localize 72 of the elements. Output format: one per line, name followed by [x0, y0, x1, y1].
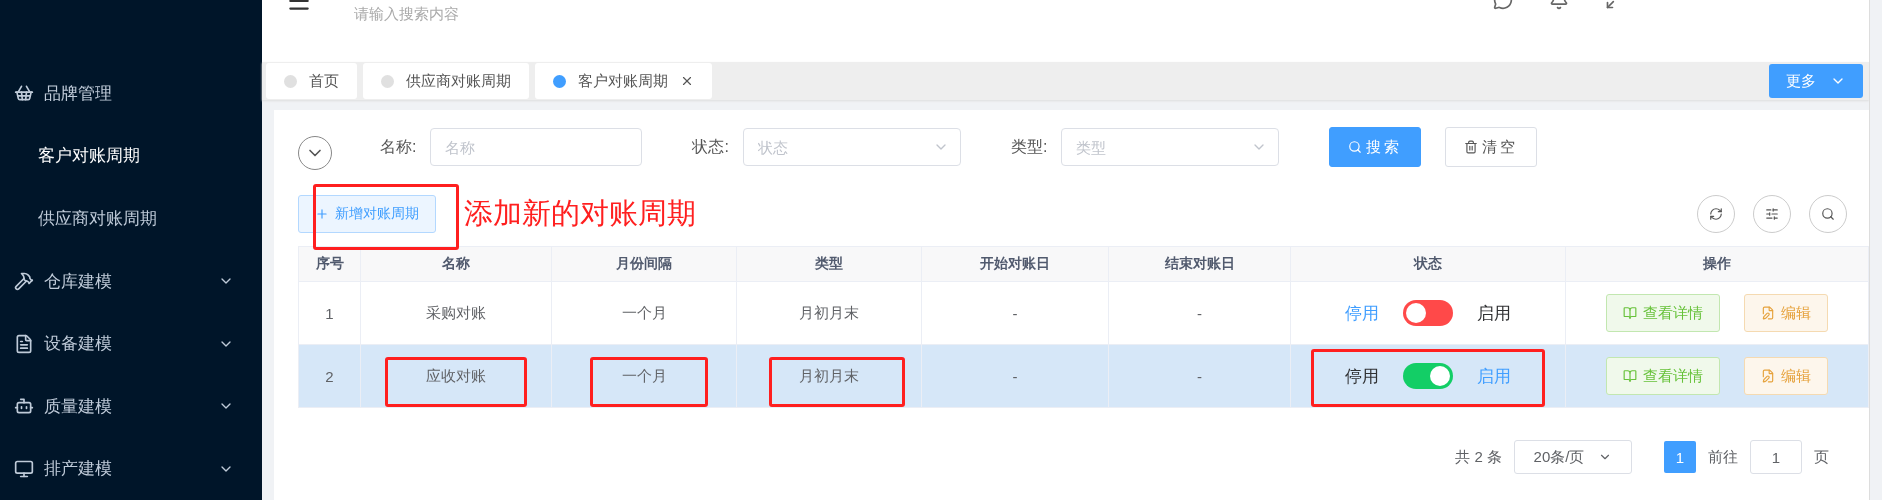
switch-label: 停用 [1345, 365, 1379, 388]
book-icon [1623, 306, 1637, 320]
input-field[interactable]: 名称 [430, 128, 643, 166]
search-icon [1348, 140, 1363, 154]
columns-button[interactable] [1753, 195, 1791, 233]
tab[interactable]: 供应商对账周期 [363, 63, 529, 99]
column-header: 操作 [1565, 246, 1869, 282]
total-count: 共 2 条 [1455, 447, 1502, 467]
search-icon [1821, 207, 1835, 221]
sliders-icon [1765, 207, 1779, 221]
table-cell: 一个月 [621, 303, 667, 321]
search-toggle-button[interactable] [1809, 195, 1847, 233]
column-header: 月份间隔 [551, 246, 737, 282]
sidebar-item[interactable]: 客户对账周期 [0, 124, 262, 188]
column-header: 类型 [736, 246, 922, 282]
document-edit-icon [1761, 369, 1775, 383]
page-suffix: 页 [1814, 447, 1829, 467]
column-header: 状态 [1290, 246, 1566, 282]
column-header: 名称 [360, 246, 552, 282]
menu-item-icon [14, 396, 34, 417]
plus-icon [315, 207, 329, 221]
switch-label: 启用 [1477, 302, 1511, 325]
sidebar-item[interactable]: 品牌管理 [0, 62, 262, 125]
table-cell: - [1012, 304, 1018, 322]
goto-field[interactable]: 1 [1750, 440, 1802, 474]
table-cell: - [1197, 367, 1202, 385]
sidebar-item[interactable]: 排产建模 [0, 437, 262, 500]
filter-label: 类型: [1010, 136, 1048, 157]
column-header: 开始对账日 [921, 246, 1109, 282]
table-cell: 月初月末 [799, 303, 859, 321]
filter-label: 状态: [692, 136, 729, 157]
trash-icon [1464, 140, 1479, 154]
column-header: 结束对账日 [1108, 246, 1291, 282]
goto-label: 前往 [1708, 447, 1738, 467]
sidebar-item[interactable]: 设备建模 [0, 312, 262, 375]
table-cell: 1 [325, 304, 334, 322]
column-header: 序号 [298, 246, 361, 282]
switch-label: 启用 [1477, 365, 1511, 388]
filter-label: 名称: [380, 136, 417, 157]
tab[interactable]: 首页 [266, 63, 357, 99]
tab[interactable]: 客户对账周期 [535, 63, 712, 99]
tab-dot-icon [284, 74, 297, 88]
select-field[interactable]: 状态 [742, 128, 961, 166]
clear-button[interactable]: 清空 [1445, 127, 1538, 167]
tab-dot-icon [553, 74, 566, 88]
table-cell: - [1012, 367, 1018, 385]
close-icon[interactable] [680, 74, 694, 88]
collapse-toggle[interactable] [298, 136, 332, 170]
document-edit-icon [1761, 306, 1775, 320]
switch-label: 停用 [1345, 302, 1379, 325]
sidebar-item[interactable]: 仓库建模 [0, 249, 262, 313]
table-cell: 月初月末 [799, 366, 859, 384]
refresh-button[interactable] [1697, 195, 1735, 233]
menu-item-icon [14, 333, 34, 354]
table-cell: - [1197, 304, 1202, 322]
menu-item-icon [14, 271, 34, 291]
table-cell: 一个月 [621, 366, 667, 384]
book-icon [1623, 369, 1637, 383]
select-field[interactable]: 类型 [1061, 128, 1280, 166]
refresh-icon [1709, 207, 1723, 221]
menu-item-icon [14, 458, 34, 479]
table-cell: 2 [325, 367, 334, 385]
status-switch[interactable] [1403, 300, 1453, 326]
sidebar-item[interactable]: 质量建模 [0, 374, 262, 438]
status-switch[interactable] [1403, 363, 1453, 389]
annotation-text: 添加新的对账周期 [464, 196, 696, 231]
scrollbar[interactable] [1869, 0, 1882, 500]
tab-dot-icon [381, 74, 394, 88]
sidebar-item[interactable]: 供应商对账周期 [0, 187, 262, 250]
page-size-select[interactable]: 20条/页 [1514, 440, 1632, 474]
table-cell: 应收对账 [426, 366, 486, 384]
table-cell: 采购对账 [426, 303, 486, 321]
